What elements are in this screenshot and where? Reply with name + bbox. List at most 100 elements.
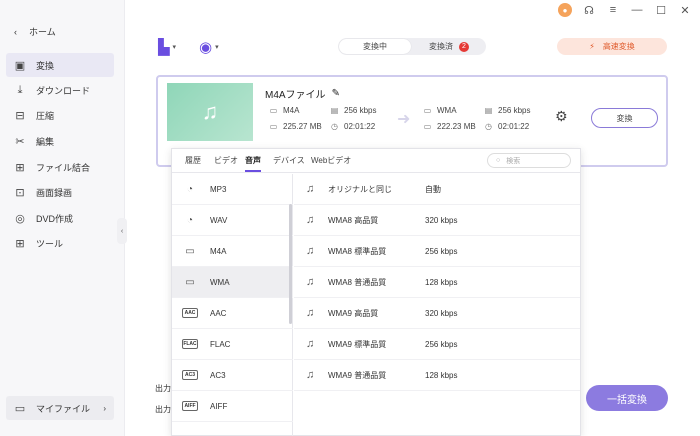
sidebar-item-screen-record[interactable]: ⊡ 画面録画 — [6, 180, 114, 204]
format-label: M4A — [210, 246, 227, 256]
format-item-ac3[interactable]: AC3 AC3 — [172, 360, 293, 391]
convert-button[interactable]: 変換 — [591, 108, 658, 128]
close-icon[interactable]: ✕ — [678, 3, 692, 17]
sidebar-collapse-handle[interactable]: ‹ — [117, 218, 127, 244]
add-file-icon: ▙ — [158, 39, 170, 56]
quality-row[interactable]: ♫ WMA8 標準品質 256 kbps — [294, 236, 580, 267]
arrow-right-icon: ➜ — [397, 111, 411, 128]
source-format: ▭ M4A — [269, 106, 300, 115]
quality-name: WMA8 標準品質 — [328, 246, 387, 256]
sidebar-item-label: DVD作成 — [36, 213, 74, 224]
my-files-button[interactable]: ▭ マイファイル › — [6, 396, 114, 420]
tools-icon: ⊞ — [15, 237, 25, 250]
target-size: ▭ 222.23 MB — [423, 122, 476, 131]
target-format-text: WMA — [437, 106, 457, 115]
convert-status-toggle: 変換中 変換済 2 — [338, 38, 486, 55]
quality-row[interactable]: ♫ WMA9 普通品質 128 kbps — [294, 360, 580, 391]
tab-converted[interactable]: 変換済 2 — [413, 39, 485, 54]
source-size: ▭ 225.27 MB — [269, 122, 322, 131]
tab-history[interactable]: 履歴 — [185, 155, 201, 170]
format-item-wav[interactable]: ◔ WAV — [172, 205, 293, 236]
add-file-button[interactable]: ▙ ▾ — [158, 38, 176, 56]
target-duration: ◷ 02:01:22 — [484, 122, 529, 131]
quality-bitrate: 256 kbps — [425, 339, 458, 349]
quality-row[interactable]: ♫ オリジナルと同じ 自動 — [294, 174, 580, 205]
sidebar-item-edit[interactable]: ✂ 編集 — [6, 129, 114, 153]
target-bitrate-text: 256 kbps — [498, 106, 531, 115]
output-settings-icon[interactable]: ⚙ — [555, 108, 568, 125]
scissors-icon: ✂ — [15, 135, 25, 148]
fast-convert-button[interactable]: ⚡ 高速変換 — [557, 38, 667, 55]
sidebar-item-label: 画面録画 — [36, 187, 73, 198]
home-link[interactable]: ‹ ホーム — [14, 25, 56, 38]
tab-device[interactable]: デバイス — [273, 155, 305, 170]
add-dvd-button[interactable]: ◉ ▾ — [199, 38, 219, 56]
quality-bitrate: 128 kbps — [425, 277, 458, 287]
music-note-icon: ♫ — [306, 183, 315, 195]
tab-converted-label: 変換済 — [429, 42, 453, 51]
bulk-convert-label: 一括変換 — [607, 394, 647, 406]
sidebar-item-compress[interactable]: ⊟ 圧縮 — [6, 103, 114, 127]
sidebar-item-convert[interactable]: ▣ 変換 — [6, 53, 114, 77]
format-search-input[interactable]: ○ 検索 — [487, 153, 571, 168]
sidebar-item-dvd[interactable]: ◎ DVD作成 — [6, 206, 114, 230]
format-label: AC3 — [210, 370, 226, 380]
target-format: ▭ WMA — [423, 106, 457, 115]
format-item-aiff[interactable]: AIFF AIFF — [172, 391, 293, 422]
maximize-icon[interactable]: ☐ — [654, 3, 668, 17]
my-files-label: マイファイル — [36, 403, 91, 414]
convert-icon: ▣ — [14, 59, 26, 72]
format-label: AIFF — [210, 401, 228, 411]
sidebar-item-label: 圧縮 — [36, 110, 55, 121]
flac-icon: FLAC — [182, 339, 198, 349]
file-name-text: M4Aファイル — [265, 90, 326, 101]
format-item-flac[interactable]: FLAC FLAC — [172, 329, 293, 360]
music-note-icon: ♫ — [306, 307, 315, 319]
wav-icon: ◔ — [186, 214, 194, 226]
tab-converting[interactable]: 変換中 — [339, 39, 411, 54]
quality-name: WMA9 普通品質 — [328, 370, 387, 380]
avatar[interactable]: ● — [558, 3, 572, 17]
quality-row[interactable]: ♫ WMA8 普通品質 128 kbps — [294, 267, 580, 298]
tab-audio[interactable]: 音声 — [245, 155, 261, 172]
format-label: FLAC — [210, 339, 231, 349]
quality-bitrate: 320 kbps — [425, 215, 458, 225]
sidebar-item-merge[interactable]: ⊞ ファイル結合 — [6, 155, 114, 179]
format-label: MP3 — [210, 184, 227, 194]
quality-row[interactable]: ♫ WMA8 高品質 320 kbps — [294, 205, 580, 236]
mp3-icon: ◔ — [186, 183, 194, 195]
clock-icon: ◷ — [485, 122, 492, 131]
format-list-scrollbar[interactable] — [289, 204, 292, 324]
sidebar-item-download[interactable]: ⤓ ダウンロード — [6, 78, 114, 102]
tab-web-video[interactable]: Webビデオ — [311, 155, 351, 170]
chevron-down-icon: ▾ — [215, 44, 219, 51]
quality-row[interactable]: ♫ WMA9 標準品質 256 kbps — [294, 329, 580, 360]
format-item-mp3[interactable]: ◔ MP3 — [172, 174, 293, 205]
quality-bitrate: 256 kbps — [425, 246, 458, 256]
music-note-icon: ♫ — [306, 276, 315, 288]
format-item-m4a[interactable]: ▭ M4A — [172, 236, 293, 267]
source-duration: ◷ 02:01:22 — [330, 122, 375, 131]
sidebar-item-label: ダウンロード — [36, 85, 91, 96]
quality-row[interactable]: ♫ WMA9 高品質 320 kbps — [294, 298, 580, 329]
edit-icon[interactable]: ✎ — [332, 88, 340, 99]
video-format-icon: ▭ — [423, 106, 432, 115]
music-note-icon: ♫ — [306, 338, 315, 350]
music-note-icon: ♫ — [201, 99, 219, 124]
aiff-icon: AIFF — [182, 401, 198, 411]
headset-icon[interactable]: ☊ — [582, 3, 596, 17]
add-dvd-icon: ◉ — [199, 39, 213, 56]
search-icon: ○ — [496, 157, 501, 164]
quality-name: オリジナルと同じ — [328, 184, 392, 194]
minimize-icon[interactable]: — — [630, 3, 644, 17]
music-note-icon: ♫ — [306, 369, 315, 381]
tab-video[interactable]: ビデオ — [214, 155, 238, 170]
sidebar-item-label: ファイル結合 — [36, 162, 91, 173]
bulk-convert-button[interactable]: 一括変換 — [586, 385, 668, 411]
tab-converting-label: 変換中 — [363, 42, 387, 51]
menu-icon[interactable]: ≡ — [606, 3, 620, 17]
format-item-wma[interactable]: ▭ WMA — [172, 267, 293, 298]
format-list: ◔ MP3 ◔ WAV ▭ M4A ▭ WMA AAC AAC FLAC FLA… — [172, 174, 293, 436]
format-item-aac[interactable]: AAC AAC — [172, 298, 293, 329]
sidebar-item-tools[interactable]: ⊞ ツール — [6, 231, 114, 255]
